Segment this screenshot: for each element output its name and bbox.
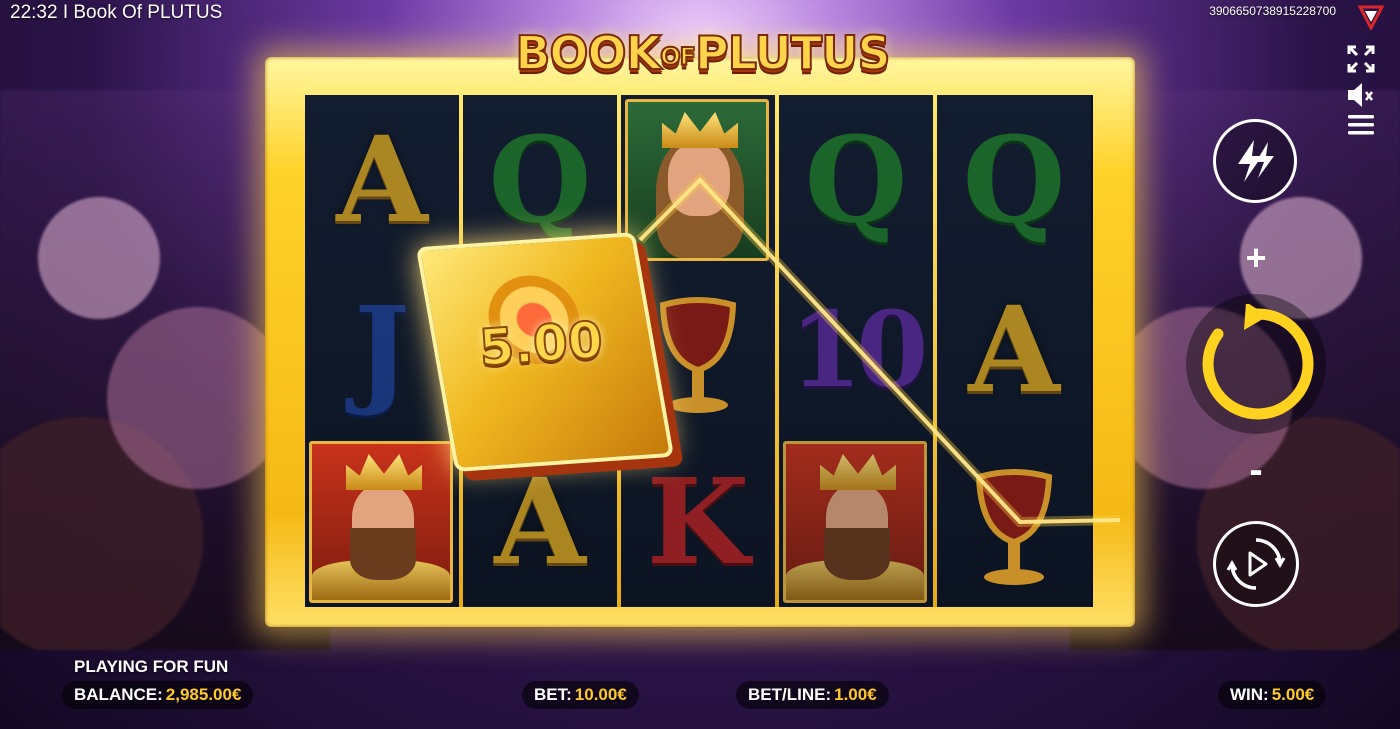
window-title: 22:32 I Book Of PLUTUS (10, 2, 223, 23)
chalice-icon (937, 437, 1091, 607)
win-label: WIN: (1230, 685, 1269, 704)
crown-icon (820, 454, 896, 490)
win-display: WIN: 5.00€ (1218, 681, 1327, 709)
menu-icon[interactable] (1346, 110, 1376, 140)
book-win-value: 5.00 (476, 310, 605, 378)
logo-word-book: BOOK (514, 25, 662, 81)
crown-icon (662, 112, 738, 148)
bet-per-line-label: BET/LINE: (748, 685, 832, 704)
logo-word-plutus: PLUTUS (694, 25, 892, 81)
king-beard (350, 528, 416, 580)
reel-5: Q A (937, 95, 1091, 607)
autoplay-icon (1226, 538, 1286, 590)
bet-label: BET: (534, 685, 572, 704)
autoplay-button[interactable] (1213, 521, 1299, 607)
balance-label: BALANCE: (74, 685, 163, 704)
reel-grid: A J Q A K Q 10 Q A (305, 95, 1093, 607)
symbol-king-portrait (783, 441, 927, 603)
symbol-a: A (968, 280, 1060, 419)
bet-per-line-display[interactable]: BET/LINE: 1.00€ (736, 681, 889, 709)
turbo-icon (1238, 140, 1274, 182)
fullscreen-icon[interactable] (1346, 44, 1376, 74)
game-logo: BOOKOFPLUTUS (510, 18, 895, 88)
session-id: 3906650738915228700 (1209, 4, 1336, 18)
win-value: 5.00€ (1271, 685, 1315, 704)
crown-icon (346, 454, 422, 490)
reel-4: Q 10 (779, 95, 933, 607)
reels-frame: A J Q A K Q 10 Q A (265, 57, 1135, 627)
increase-bet-button[interactable]: + (1236, 237, 1276, 278)
logo-word-of: OF (659, 42, 697, 72)
king-beard (824, 528, 890, 580)
symbol-10: 10 (789, 288, 929, 411)
symbol-king-portrait (309, 441, 453, 603)
play-mode-label: PLAYING FOR FUN (74, 657, 229, 676)
decrease-bet-button[interactable]: - (1236, 448, 1276, 492)
symbol-q: Q (804, 110, 908, 249)
bet-display[interactable]: BET: 10.00€ (522, 681, 639, 709)
symbol-queen-portrait (625, 99, 769, 261)
spin-button[interactable] (1186, 294, 1326, 434)
sound-muted-icon[interactable] (1346, 80, 1376, 110)
brand-logo-icon (1357, 4, 1385, 32)
balance-value: 2,985.00€ (165, 685, 242, 704)
spin-icon (1202, 304, 1314, 420)
symbol-k: K (646, 452, 750, 591)
turbo-button[interactable] (1213, 119, 1297, 203)
symbol-a: A (336, 110, 428, 249)
bet-value: 10.00€ (574, 685, 627, 704)
bet-per-line-value: 1.00€ (834, 685, 877, 704)
queen-face (668, 142, 730, 216)
balance-display: BALANCE: 2,985.00€ (62, 681, 254, 709)
symbol-q: Q (962, 110, 1066, 249)
